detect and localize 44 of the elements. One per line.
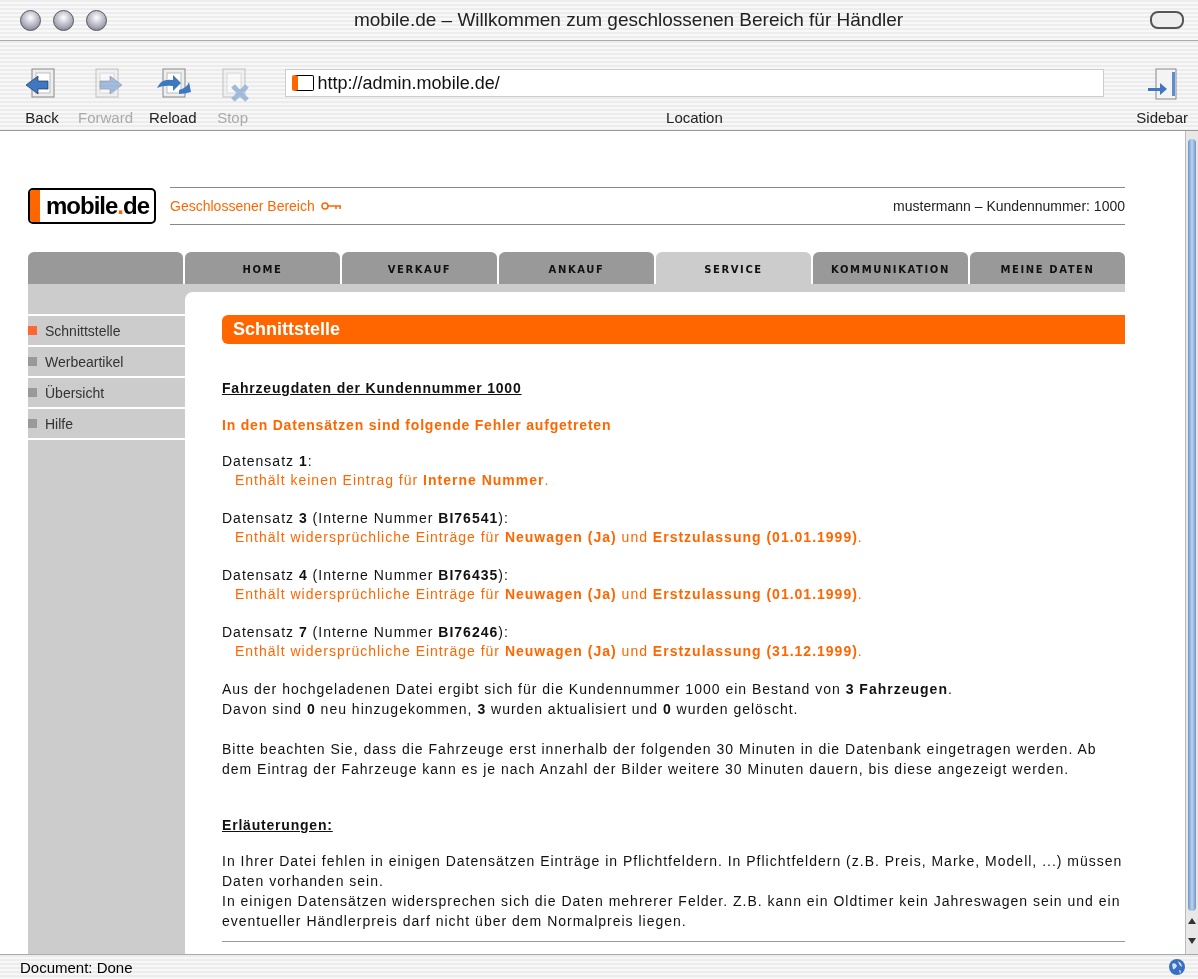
reload-button[interactable]: Reload [145, 66, 201, 126]
location-field[interactable]: http://admin.mobile.de/ [284, 69, 1105, 97]
explanation-text: In Ihrer Datei fehlen in einigen Datensätzen Einträge in Pflichtfeldern. In Pflichtfeldern (z.B. Preis, Marke, Modell, ...) müssen Daten vorhanden sein. [222, 852, 1124, 891]
nav-tab[interactable]: SERVICE [656, 252, 811, 284]
status-text: Document: Done [20, 958, 133, 976]
notice-text: Bitte beachten Sie, dass die Fahrzeuge erst innerhalb der folgenden 30 Minuten in die Datenbank eingetragen werden. Ab dem Eintrag der Fahrzeuge kann es je nach Anzahl der Bilder weitere 30 Minuten dauern, bis diese angezeigt werden. [222, 740, 1098, 779]
site-icon [291, 75, 314, 91]
site-logo[interactable]: mobile.de [28, 188, 157, 224]
nav-tab[interactable]: ANKAUF [499, 252, 654, 284]
back-button[interactable]: Back [18, 66, 66, 126]
user-info: mustermann – Kundennummer: 1000 [893, 198, 1125, 214]
area-label: Geschlossener Bereich [170, 198, 315, 214]
nav-tab[interactable]: KOMMUNIKATION [813, 252, 968, 284]
record-title: Datensatz 1: [222, 452, 314, 471]
error-message: Enthält widersprüchliche Einträge für Neuwagen (Ja) und Erstzulassung (01.01.1999). [234, 585, 864, 604]
heading: Erläuterungen: [222, 817, 333, 833]
error-heading: In den Datensätzen sind folgende Fehler aufgetreten [222, 417, 613, 433]
record-title: Datensatz 3 (Interne Nummer BI76541): [222, 509, 510, 528]
summary-text: Aus der hochgeladenen Datei ergibt sich für die Kundennummer 1000 ein Bestand von 3 Fahrzeugen. [222, 680, 954, 699]
up-arrow-icon [1188, 918, 1196, 924]
record-title: Datensatz 7 (Interne Nummer BI76246): [222, 623, 510, 642]
close-button[interactable] [20, 9, 41, 31]
error-message: Enthält widersprüchliche Einträge für Neuwagen (Ja) und Erstzulassung (31.12.1999). [234, 642, 864, 661]
sidebar-button[interactable]: Sidebar [1132, 66, 1192, 126]
location-label: Location [666, 109, 723, 126]
scrollbar[interactable] [1185, 131, 1198, 954]
scroll-thumb[interactable] [1188, 139, 1196, 911]
error-message: Enthält keinen Eintrag für Interne Nummer. [234, 471, 551, 490]
minimize-button[interactable] [53, 9, 74, 31]
nav-tab[interactable]: VERKAUF [342, 252, 497, 284]
heading: Fahrzeugdaten der Kundennummer 1000 [222, 380, 522, 396]
down-arrow-icon [1188, 938, 1196, 944]
summary-text: Davon sind 0 neu hinzugekommen, 3 wurden aktualisiert und 0 wurden gelöscht. [222, 700, 800, 719]
explanation-text: In einigen Datensätzen widersprechen sich die Daten mehrerer Felder. Z.B. kann ein Oldtimer kein Jahreswagen sein und ein eventueller Händlerpreis darf nicht über dem Normalpreis liegen. [222, 892, 1122, 931]
nav-tab[interactable]: HOME [185, 252, 340, 284]
key-icon [320, 201, 343, 211]
window-title: mobile.de – Willkommen zum geschlossenen Bereich für Händler [352, 9, 905, 31]
record-title: Datensatz 4 (Interne Nummer BI76435): [222, 566, 510, 585]
nav-tab[interactable]: MEINE DATEN [970, 252, 1125, 284]
error-message: Enthält widersprüchliche Einträge für Neuwagen (Ja) und Erstzulassung (01.01.1999). [234, 528, 864, 547]
zoom-button[interactable] [86, 9, 107, 31]
section-title: Schnittstelle [222, 315, 1125, 344]
toolbar-toggle-button[interactable] [1150, 11, 1184, 29]
globe-icon [1168, 958, 1186, 976]
